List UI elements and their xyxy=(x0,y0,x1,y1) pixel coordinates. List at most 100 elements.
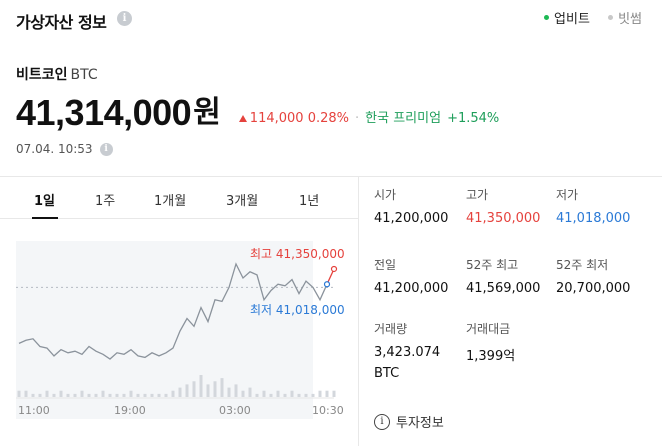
stat-trade-amount: 거래대금 1,399억 xyxy=(466,320,515,364)
stat-value: 3,423.074 xyxy=(374,345,441,360)
volume-bar xyxy=(255,393,259,397)
x-tick-label: 19:00 xyxy=(114,404,146,417)
volume-bar xyxy=(213,381,217,397)
volume-bar xyxy=(206,384,210,397)
volume-bar xyxy=(297,393,301,397)
stat-value-unit: BTC xyxy=(374,366,400,381)
high-label: 최고 41,350,000 xyxy=(250,247,345,261)
volume-bar xyxy=(269,393,273,397)
stat-open: 시가 41,200,000 xyxy=(374,186,448,226)
stat-value: 41,018,000 xyxy=(556,211,631,226)
volume-bar xyxy=(276,390,280,397)
volume-bar xyxy=(115,393,119,397)
volume-bar xyxy=(178,387,182,397)
volume-bar xyxy=(283,393,287,397)
volume-bar xyxy=(234,384,238,397)
timestamp-row: 07.04. 10:53 i xyxy=(16,142,113,156)
stat-label: 거래대금 xyxy=(466,322,511,336)
stat-label: 거래량 xyxy=(374,322,408,336)
volume-bar xyxy=(241,390,245,397)
volume-bar xyxy=(143,393,147,397)
volume-bar xyxy=(129,390,133,397)
volume-bar xyxy=(24,390,28,397)
volume-bar xyxy=(108,393,112,397)
volume-bar xyxy=(73,393,77,397)
active-dot-icon xyxy=(544,15,550,20)
divider-vertical xyxy=(358,176,359,446)
stat-52w-low: 52주 최저 20,700,000 xyxy=(556,256,630,296)
volume-bar xyxy=(325,390,329,397)
volume-bar xyxy=(192,381,196,397)
volume-bar xyxy=(87,393,91,397)
volume-bar xyxy=(94,393,98,397)
stat-label: 52주 최고 xyxy=(466,258,519,272)
volume-bar xyxy=(171,390,175,397)
premium-label: 한국 프리미엄 xyxy=(365,111,442,126)
info-icon: i xyxy=(374,413,390,430)
volume-bar xyxy=(150,393,154,397)
active-tab-indicator xyxy=(32,217,58,219)
low-marker xyxy=(323,281,331,288)
volume-bar xyxy=(318,390,322,397)
inactive-dot-icon xyxy=(608,15,614,20)
exchange-source-tabs: 업비트 빗썸 xyxy=(530,8,642,27)
tab-1year[interactable]: 1년 xyxy=(299,190,319,209)
volume-bar xyxy=(304,393,308,397)
volume-bar xyxy=(59,390,63,397)
separator-dot: · xyxy=(355,111,360,126)
info-circle-icon[interactable]: i xyxy=(99,142,113,156)
price-chart[interactable]: 최고 41,350,000 최저 41,018,000 11:00 19:00 03… xyxy=(0,222,358,444)
low-label: 최저 41,018,000 xyxy=(250,303,345,317)
stat-value: 41,200,000 xyxy=(374,211,449,226)
stat-value: 41,200,000 xyxy=(374,281,449,296)
volume-bar xyxy=(332,390,336,397)
volume-bar xyxy=(227,387,231,397)
volume-bar xyxy=(220,378,224,397)
volume-bar xyxy=(101,390,105,397)
volume-bar xyxy=(157,393,161,397)
stat-low: 저가 41,018,000 xyxy=(556,186,630,226)
volume-bar xyxy=(38,393,42,397)
stat-label: 시가 xyxy=(374,188,397,202)
source-tab-upbit[interactable]: 업비트 xyxy=(544,8,590,27)
tab-1day[interactable]: 1일 xyxy=(34,190,55,209)
stat-value: 20,700,000 xyxy=(556,281,631,296)
price-chart-svg: 최고 41,350,000 최저 41,018,000 11:00 19:00 03… xyxy=(16,241,345,419)
source-tab-bithumb[interactable]: 빗썸 xyxy=(608,8,642,27)
current-price: 41,314,000 xyxy=(16,92,192,133)
x-tick-label: 10:30 xyxy=(312,404,344,417)
change-amount: 114,000 xyxy=(249,111,304,126)
coin-ticker: BTC xyxy=(70,67,98,83)
volume-bar xyxy=(262,390,266,397)
volume-bar xyxy=(122,393,126,397)
coin-name: 비트코인 BTC xyxy=(16,64,98,84)
triangle-up-icon xyxy=(238,115,247,122)
stat-value: 41,569,000 xyxy=(466,281,541,296)
invest-info-label: 투자정보 xyxy=(396,416,444,431)
volume-bar xyxy=(248,387,252,397)
tab-1week[interactable]: 1주 xyxy=(95,190,115,209)
volume-bar xyxy=(45,390,49,397)
high-marker xyxy=(330,265,338,273)
stat-label: 고가 xyxy=(466,188,489,202)
tab-3month[interactable]: 3개월 xyxy=(226,190,258,209)
stat-value: 1,399억 xyxy=(466,349,516,364)
volume-bar xyxy=(311,393,315,397)
price-unit: 원 xyxy=(193,95,221,130)
volume-bar xyxy=(164,393,168,397)
timestamp: 07.04. 10:53 xyxy=(16,142,93,156)
tab-1month[interactable]: 1개월 xyxy=(154,190,186,209)
info-circle-icon[interactable]: i xyxy=(117,11,132,26)
stat-volume: 거래량 3,423.074 BTC xyxy=(374,320,440,381)
volume-bar xyxy=(80,390,84,397)
volume-bar xyxy=(199,375,203,397)
source-tab-label: 빗썸 xyxy=(618,12,642,27)
x-tick-label: 03:00 xyxy=(219,404,251,417)
coin-name-text: 비트코인 xyxy=(16,67,68,83)
stat-52w-high: 52주 최고 41,569,000 xyxy=(466,256,540,296)
volume-bar xyxy=(66,393,70,397)
period-tabs: 1일 1주 1개월 3개월 1년 xyxy=(0,177,358,219)
volume-bar xyxy=(31,393,35,397)
stat-prev-close: 전일 41,200,000 xyxy=(374,256,448,296)
invest-info-link[interactable]: i 투자정보 xyxy=(374,412,444,431)
